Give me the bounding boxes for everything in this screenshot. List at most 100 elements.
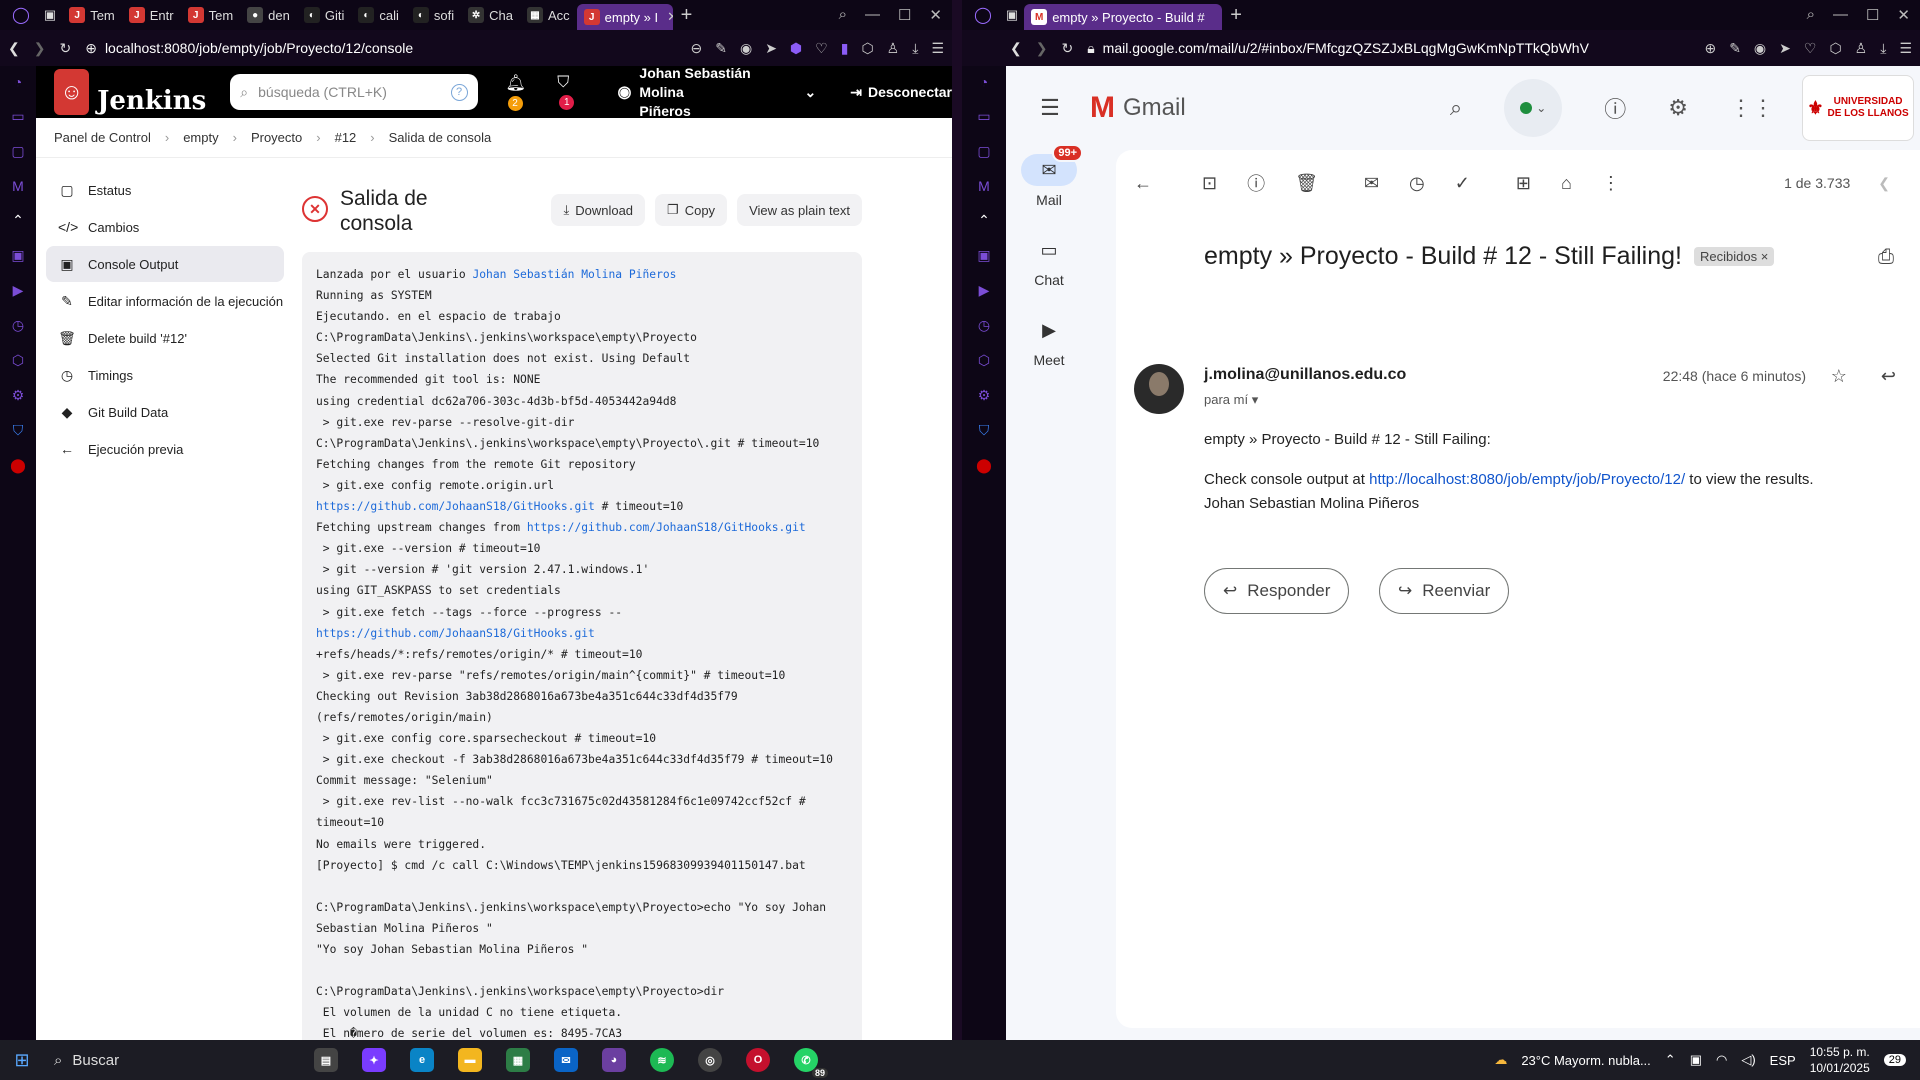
jenkins-brand[interactable]: Jenkins xyxy=(97,86,206,116)
sidebar-bag-icon[interactable]: ▭ xyxy=(11,108,24,125)
maximize-icon[interactable]: ☐ xyxy=(1866,6,1879,24)
sidebar-arrow-icon[interactable]: ⌃ xyxy=(12,212,24,229)
sender-avatar[interactable] xyxy=(1134,364,1184,414)
discord-icon[interactable]: ◕ xyxy=(602,1048,626,1072)
user-menu[interactable]: ◉ Johan Sebastián Molina Piñeros ⌄ xyxy=(617,66,816,121)
notifications-button[interactable]: 🔔︎2 xyxy=(506,73,540,111)
chevron-up-icon[interactable]: ⌃ xyxy=(1665,1052,1676,1068)
notification-center-icon[interactable]: 29 xyxy=(1883,1054,1906,1066)
download-icon[interactable]: ⤓ xyxy=(912,40,918,57)
sidebar-history-icon[interactable]: ◷ xyxy=(12,317,24,334)
move-to-icon[interactable]: ⊞ xyxy=(1516,173,1531,194)
sidebar-twitch-icon[interactable]: ▣ xyxy=(977,247,990,264)
delete-icon[interactable]: 🗑︎ xyxy=(1295,173,1318,194)
breadcrumb-item[interactable]: Proyecto xyxy=(251,130,302,145)
tab-7[interactable]: ✲ Cha xyxy=(461,0,520,30)
gmail-logo[interactable]: M Gmail xyxy=(1090,91,1186,125)
sidebar-aria-icon[interactable]: ◔ xyxy=(14,74,22,90)
sidebar-bitwarden-icon[interactable]: ⛉ xyxy=(13,422,24,439)
wifi-icon[interactable]: ◠ xyxy=(1716,1052,1727,1068)
help-icon[interactable]: ? xyxy=(450,83,468,101)
camera-tray-icon[interactable]: ▣ xyxy=(1690,1052,1702,1068)
search-tabs-icon[interactable]: ⌕ xyxy=(839,6,847,24)
log-user-link[interactable]: Johan Sebastián Molina Piñeros xyxy=(472,268,676,281)
sidebar-arrow-icon[interactable]: ⌃ xyxy=(978,212,990,229)
new-tab-button[interactable]: + xyxy=(673,4,701,27)
vpn-icon[interactable]: ⬢ xyxy=(790,40,802,57)
star-icon[interactable]: ☆ xyxy=(1831,366,1847,387)
back-icon[interactable]: ❮ xyxy=(1010,40,1022,57)
remove-label-icon[interactable]: × xyxy=(1761,249,1769,264)
add-task-icon[interactable]: ✓ xyxy=(1455,173,1470,194)
url-field[interactable]: 🔒︎ mail.google.com/mail/u/2/#inbox/FMfcg… xyxy=(1087,40,1589,57)
sender-email[interactable]: j.molina@unillanos.edu.co xyxy=(1204,366,1406,384)
tab-gmail[interactable]: M empty » Proyecto - Build # xyxy=(1024,4,1223,30)
sidebar-item-5[interactable]: ◷ Timings xyxy=(46,357,284,393)
maximize-icon[interactable]: ☐ xyxy=(898,6,911,24)
reply-icon[interactable]: ↩ xyxy=(1881,366,1896,387)
console-link[interactable]: http://localhost:8080/job/empty/job/Proy… xyxy=(1369,471,1685,488)
sidebar-item-7[interactable]: ← Ejecución previa xyxy=(46,431,284,467)
forward-icon[interactable]: ❯ xyxy=(1036,40,1048,57)
minimize-icon[interactable]: — xyxy=(865,6,880,24)
close-tab-icon[interactable]: ✕ xyxy=(663,9,673,25)
print-icon[interactable]: ⎙ xyxy=(1878,246,1894,269)
sidebar-item-0[interactable]: ▢ Estatus xyxy=(46,172,284,208)
account-icon[interactable]: ♙ xyxy=(887,40,900,57)
camera-icon[interactable]: ◉ xyxy=(740,40,752,57)
wallet-icon[interactable]: ▮ xyxy=(841,40,849,57)
tab-6[interactable]: ◐ sofi xyxy=(406,0,461,30)
sidebar-ublock-icon[interactable]: ⬤ xyxy=(10,457,26,474)
weather-text[interactable]: 23°C Mayorm. nubla... xyxy=(1521,1053,1650,1068)
breadcrumb-item[interactable]: empty xyxy=(183,130,218,145)
reload-icon[interactable]: ↻ xyxy=(1061,40,1073,57)
log-link[interactable]: https://github.com/JohaanS18/GitHooks.gi… xyxy=(316,500,595,513)
heart-icon[interactable]: ♡ xyxy=(1804,40,1817,57)
edit-icon[interactable]: ✎ xyxy=(715,40,727,57)
opera-logo-icon[interactable]: ◯ xyxy=(4,5,38,25)
log-link[interactable]: https://github.com/JohaanS18/GitHooks.gi… xyxy=(527,521,806,534)
plain-text-button[interactable]: View as plain text xyxy=(737,194,862,226)
sidebar-mail-icon[interactable]: M xyxy=(12,178,24,194)
sidebar-twitch-icon[interactable]: ▣ xyxy=(11,247,24,264)
spotify-icon[interactable]: ≋ xyxy=(650,1048,674,1072)
whatsapp-icon[interactable]: ✆ 89 xyxy=(794,1048,828,1078)
minimize-icon[interactable]: — xyxy=(1833,6,1848,24)
start-button[interactable]: ⊞ xyxy=(0,1050,44,1071)
rail-chat[interactable]: ▭ Chat xyxy=(1006,234,1092,289)
search-tabs-icon[interactable]: ⌕ xyxy=(1807,6,1815,24)
breadcrumb-item[interactable]: #12 xyxy=(335,130,357,145)
language-indicator[interactable]: ESP xyxy=(1770,1053,1796,1068)
workspaces-icon[interactable]: ▣ xyxy=(38,7,62,23)
tab-3[interactable]: ● den xyxy=(240,0,297,30)
url-field[interactable]: ⊕ localhost:8080/job/empty/job/Proyecto/… xyxy=(85,40,413,57)
tab-9[interactable]: Jempty » I ✕ xyxy=(576,4,673,30)
zoom-icon[interactable]: ⊖ xyxy=(691,40,703,57)
reload-icon[interactable]: ↻ xyxy=(59,40,71,57)
snooze-icon[interactable]: ◷ xyxy=(1409,173,1425,194)
tab-5[interactable]: ◐ cali xyxy=(351,0,406,30)
jenkins-logo-icon[interactable]: ☺ xyxy=(54,69,90,115)
close-icon[interactable]: ✕ xyxy=(1897,6,1910,24)
copilot-icon[interactable]: ✦ xyxy=(362,1048,386,1072)
heart-icon[interactable]: ♡ xyxy=(815,40,828,57)
sidebar-bitwarden-icon[interactable]: ⛉ xyxy=(979,422,990,439)
camera-icon[interactable]: ◉ xyxy=(1754,40,1766,57)
log-link[interactable]: https://github.com/JohaanS18/GitHooks.gi… xyxy=(316,627,595,640)
status-button[interactable]: ⌄ xyxy=(1504,79,1563,137)
back-arrow-icon[interactable]: ← xyxy=(1134,173,1152,194)
main-menu-icon[interactable]: ☰ xyxy=(1022,95,1078,121)
settings-icon[interactable]: ⚙ xyxy=(1668,95,1688,121)
apps-grid-icon[interactable]: ⋮⋮ xyxy=(1730,95,1774,121)
rail-mail[interactable]: ✉ 99+ Mail xyxy=(1006,144,1092,208)
help-icon[interactable]: ⓘ xyxy=(1604,92,1626,124)
mark-unread-icon[interactable]: ✉ xyxy=(1364,173,1379,194)
reply-button[interactable]: ↩ Responder xyxy=(1204,568,1350,614)
sidebar-player-icon[interactable]: ▶ xyxy=(979,282,990,299)
send-icon[interactable]: ➤ xyxy=(1779,40,1791,57)
send-icon[interactable]: ➤ xyxy=(765,40,777,57)
sidebar-monitor-icon[interactable]: ▢ xyxy=(11,143,24,160)
cube-icon[interactable]: ⬡ xyxy=(1829,40,1841,57)
volume-icon[interactable]: ◁) xyxy=(1741,1052,1755,1068)
store-icon[interactable]: ▦ xyxy=(506,1048,530,1072)
